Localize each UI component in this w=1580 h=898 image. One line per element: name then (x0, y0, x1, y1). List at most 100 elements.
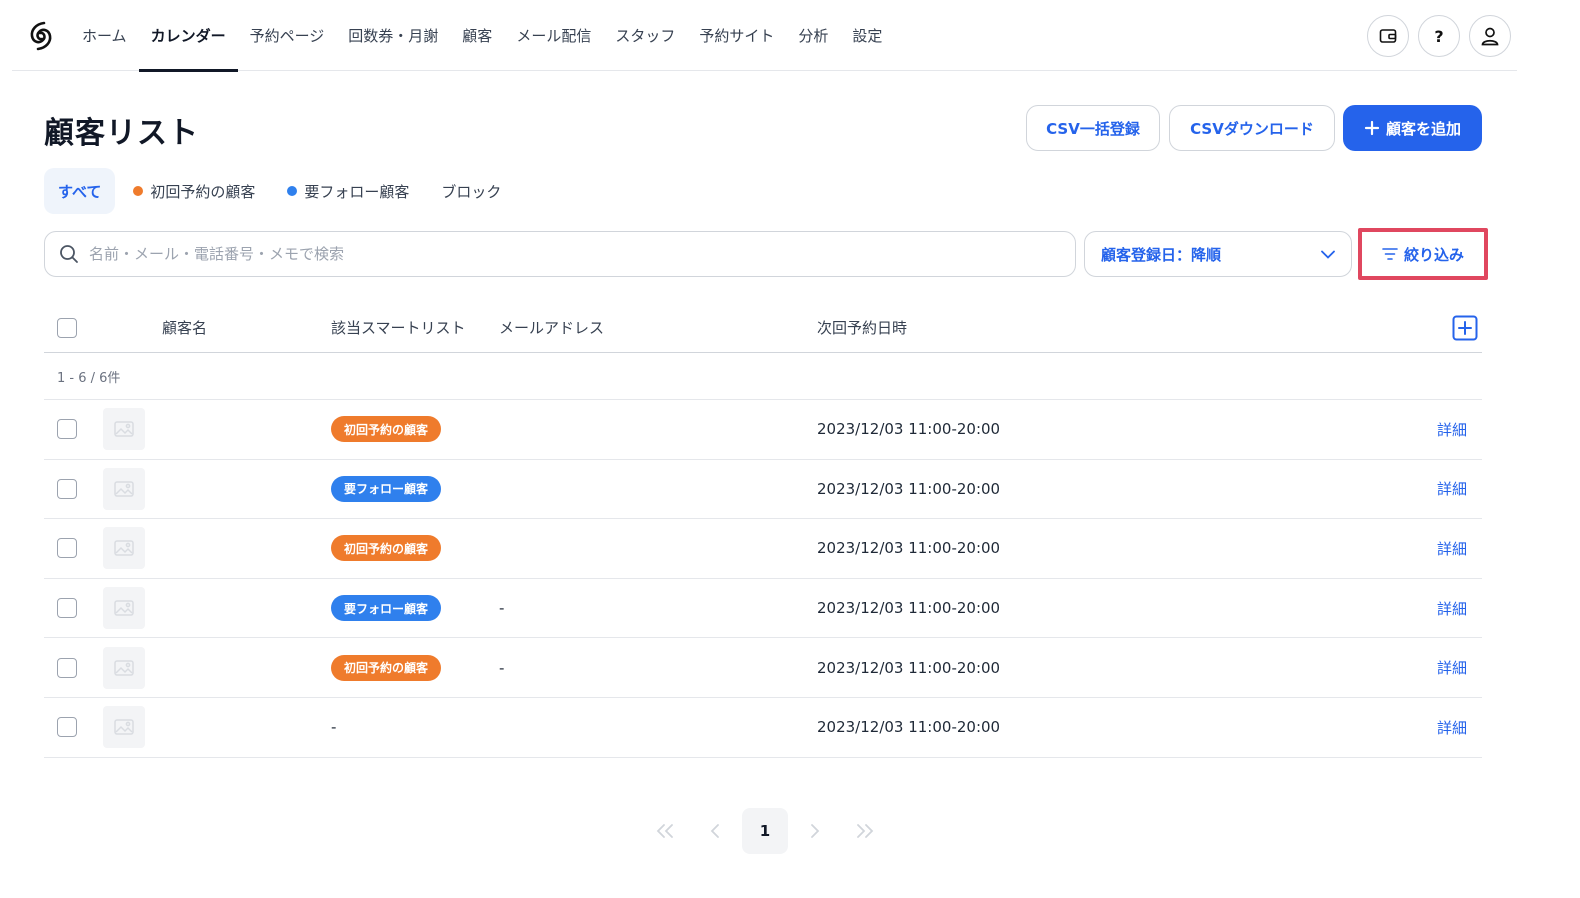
double-chevron-left-icon (656, 824, 673, 838)
segment-dot-icon (133, 186, 144, 196)
next-reservation: 2023/12/03 11:00-20:00 (817, 539, 1001, 558)
smart-list-empty: - (331, 718, 337, 737)
row-checkbox[interactable] (57, 657, 77, 678)
avatar (103, 408, 145, 451)
segment-tab-0[interactable]: すべて (44, 168, 116, 214)
last-page-button[interactable] (842, 808, 888, 854)
plus-icon (1364, 120, 1380, 136)
row-checkbox[interactable] (57, 598, 77, 619)
csv-download-button[interactable]: CSVダウンロード (1169, 105, 1335, 151)
select-all-checkbox[interactable] (57, 317, 77, 338)
first-page-button[interactable] (642, 808, 688, 854)
table-row[interactable]: - 2023/12/03 11:00-20:00 詳細 (44, 698, 1482, 758)
smart-list-tag: 初回予約の顧客 (331, 535, 442, 562)
smart-list-tag: 初回予約の顧客 (331, 654, 442, 681)
table-row[interactable]: 初回予約の顧客 2023/12/03 11:00-20:00 詳細 (44, 519, 1482, 579)
table-row[interactable]: 要フォロー顧客 2023/12/03 11:00-20:00 詳細 (44, 460, 1482, 520)
filter-icon (1382, 248, 1398, 260)
search-icon (60, 245, 78, 263)
segment-tab-label: 要フォロー顧客 (304, 182, 410, 201)
table-row[interactable]: 初回予約の顧客 2023/12/03 11:00-20:00 詳細 (44, 400, 1482, 460)
top-navigation: ホーム カレンダー 予約ページ 回数券・月謝 顧客 メール配信 スタッフ 予約サイト 分析 設定 … (12, 0, 1517, 72)
sort-select[interactable]: 顧客登録日：降順 (1084, 231, 1352, 277)
app-logo-icon[interactable] (26, 20, 56, 52)
nav-item-8[interactable]: 分析 (786, 0, 840, 71)
image-placeholder-icon (114, 540, 134, 557)
nav-item-7[interactable]: 予約サイト (687, 0, 786, 71)
image-placeholder-icon (114, 659, 134, 676)
column-header-email[interactable]: メールアドレス (499, 302, 604, 353)
segment-tab-2[interactable]: 要フォロー顧客 (273, 168, 423, 214)
segment-tab-1[interactable]: 初回予約の顧客 (119, 168, 269, 214)
help-button[interactable]: ? (1418, 15, 1460, 57)
search-input[interactable] (89, 245, 989, 263)
nav-item-4[interactable]: 顧客 (450, 0, 504, 71)
add-column-icon[interactable] (1452, 315, 1478, 341)
avatar (103, 467, 145, 510)
column-header-smart-list[interactable]: 該当スマートリスト (331, 302, 466, 353)
account-button[interactable] (1469, 15, 1511, 57)
detail-link[interactable]: 詳細 (1437, 657, 1467, 678)
chevron-left-icon (710, 824, 719, 838)
detail-link[interactable]: 詳細 (1437, 538, 1467, 559)
customer-email: - (499, 658, 505, 677)
nav-item-1[interactable]: カレンダー (138, 0, 238, 72)
nav-item-2[interactable]: 予約ページ (238, 0, 337, 71)
double-chevron-right-icon (857, 824, 874, 838)
row-checkbox[interactable] (57, 717, 77, 738)
add-customer-label: 顧客を追加 (1385, 119, 1461, 138)
page-number-current[interactable]: 1 (742, 808, 788, 854)
table-row[interactable]: 初回予約の顧客 - 2023/12/03 11:00-20:00 詳細 (44, 638, 1482, 698)
csv-import-button[interactable]: CSV一括登録 (1026, 105, 1160, 151)
segment-tab-label: 初回予約の顧客 (150, 182, 256, 201)
pagination: 1 (640, 808, 890, 854)
nav-item-3[interactable]: 回数券・月謝 (336, 0, 450, 71)
wallet-button[interactable] (1367, 15, 1409, 57)
user-icon (1481, 27, 1499, 46)
smart-list-tag: 要フォロー顧客 (331, 475, 442, 502)
image-placeholder-icon (114, 421, 134, 438)
table-header: 顧客名 該当スマートリスト メールアドレス 次回予約日時 (44, 302, 1482, 353)
avatar (103, 646, 145, 689)
next-reservation: 2023/12/03 11:00-20:00 (817, 599, 1001, 618)
next-reservation: 2023/12/03 11:00-20:00 (817, 658, 1001, 677)
add-customer-button[interactable]: 顧客を追加 (1343, 105, 1482, 151)
detail-link[interactable]: 詳細 (1437, 478, 1467, 499)
next-reservation: 2023/12/03 11:00-20:00 (817, 420, 1001, 439)
column-header-next-reservation[interactable]: 次回予約日時 (817, 302, 907, 353)
segment-tab-3[interactable]: ブロック (427, 168, 515, 214)
detail-link[interactable]: 詳細 (1437, 717, 1467, 738)
nav-item-5[interactable]: メール配信 (504, 0, 603, 71)
avatar (103, 587, 145, 630)
image-placeholder-icon (114, 481, 134, 497)
wallet-icon (1379, 29, 1397, 43)
nav-item-0[interactable]: ホーム (70, 0, 139, 71)
detail-link[interactable]: 詳細 (1437, 419, 1467, 440)
search-box[interactable] (44, 231, 1076, 277)
row-checkbox[interactable] (57, 478, 77, 499)
next-reservation: 2023/12/03 11:00-20:00 (817, 718, 1001, 737)
detail-link[interactable]: 詳細 (1437, 598, 1467, 619)
segment-tab-label: すべて (58, 182, 102, 201)
nav-item-9[interactable]: 設定 (840, 0, 894, 71)
segment-tab-label: ブロック (441, 182, 502, 201)
segment-dot-icon (287, 186, 298, 196)
sort-selected-value: 顧客登録日：降順 (1101, 245, 1222, 264)
filter-label: 絞り込み (1403, 245, 1464, 264)
filter-button[interactable]: 絞り込み (1365, 235, 1481, 273)
image-placeholder-icon (114, 600, 134, 616)
row-checkbox[interactable] (57, 538, 77, 559)
chevron-right-icon (811, 824, 820, 838)
prev-page-button[interactable] (692, 808, 738, 854)
segment-tabs: すべて 初回予約の顧客 要フォロー顧客 ブロック (44, 168, 519, 214)
table-row[interactable]: 要フォロー顧客 - 2023/12/03 11:00-20:00 詳細 (44, 579, 1482, 639)
customer-table: 顧客名 該当スマートリスト メールアドレス 次回予約日時 1 - 6 / 6件 … (44, 302, 1482, 758)
row-checkbox[interactable] (57, 419, 77, 440)
image-placeholder-icon (114, 719, 134, 736)
customer-email: - (499, 599, 505, 618)
next-reservation: 2023/12/03 11:00-20:00 (817, 479, 1001, 498)
column-header-name[interactable]: 顧客名 (162, 302, 207, 353)
smart-list-tag: 要フォロー顧客 (331, 595, 442, 622)
nav-item-6[interactable]: スタッフ (603, 0, 687, 71)
next-page-button[interactable] (792, 808, 838, 854)
